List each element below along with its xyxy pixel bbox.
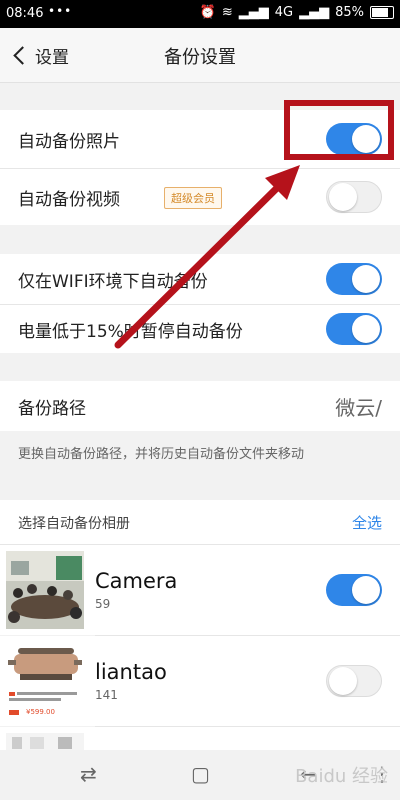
album-name: Camera <box>95 569 178 593</box>
signal-icon: ▂▄▆ <box>238 5 269 20</box>
album-name: liantao <box>95 660 167 684</box>
auto-photo-toggle[interactable] <box>326 123 382 155</box>
backup-path-hint: 更换自动备份路径，并将历史自动备份文件夹移动 <box>18 447 305 462</box>
nav-bar: 设置 备份设置 <box>0 28 400 83</box>
setting-row-auto-photo: 自动备份照片 <box>0 110 400 168</box>
watermark: Baidu 经验 <box>295 766 388 787</box>
album-section-header: 选择自动备份相册 全选 <box>0 500 400 545</box>
setting-label: 电量低于15%时暂停自动备份 <box>18 322 243 342</box>
toggle-knob <box>352 576 380 604</box>
backup-path-label: 备份路径 <box>18 399 86 419</box>
album-count: 141 <box>95 688 118 702</box>
thumb-price: ¥599.00 <box>26 708 55 716</box>
home-icon[interactable]: ▢ <box>191 762 210 786</box>
notification-dots: ••• <box>48 4 73 18</box>
backup-path-row[interactable]: 备份路径 微云/ <box>0 381 400 431</box>
album-row-liantao[interactable]: ¥599.00 liantao 141 <box>0 636 400 726</box>
low-battery-toggle[interactable] <box>326 313 382 345</box>
backup-path-value: 微云/ <box>335 396 382 420</box>
setting-row-auto-video: 自动备份视频 超级会员 <box>0 169 400 225</box>
status-bar: 08:46 ••• ⏰ ≋ ▂▄▆ 4G ▂▄▆ 85% <box>0 0 400 28</box>
status-time: 08:46 <box>6 6 44 21</box>
setting-row-wifi-only: 仅在WIFI环境下自动备份 <box>0 254 400 304</box>
album-thumbnail-camera <box>6 551 84 629</box>
setting-label: 仅在WIFI环境下自动备份 <box>18 272 208 292</box>
album-liantao-toggle[interactable] <box>326 665 382 697</box>
album-camera-toggle[interactable] <box>326 574 382 606</box>
toggle-knob <box>329 667 357 695</box>
toggle-knob <box>329 183 357 211</box>
battery-icon <box>370 6 394 19</box>
toggle-knob <box>352 315 380 343</box>
setting-label: 自动备份视频 <box>18 190 120 210</box>
toggle-knob <box>352 265 380 293</box>
switch-icon[interactable]: ⇄ <box>80 762 97 786</box>
alarm-icon: ⏰ <box>199 5 216 20</box>
album-row-partial[interactable] <box>0 727 400 750</box>
toggle-knob <box>352 125 380 153</box>
wifi-only-toggle[interactable] <box>326 263 382 295</box>
album-section-title: 选择自动备份相册 <box>18 516 130 532</box>
wifi-icon: ≋ <box>221 5 233 20</box>
super-member-badge[interactable]: 超级会员 <box>164 187 222 209</box>
album-count: 59 <box>95 597 111 611</box>
page-title: 备份设置 <box>164 47 236 68</box>
setting-row-low-battery: 电量低于15%时暂停自动备份 <box>0 305 400 353</box>
select-all-button[interactable]: 全选 <box>352 512 382 533</box>
battery-percent: 85% <box>335 5 364 20</box>
status-right: ⏰ ≋ ▂▄▆ 4G ▂▄▆ 85% <box>200 5 394 20</box>
album-thumbnail-partial <box>6 733 84 750</box>
album-thumbnail-liantao: ¥599.00 <box>6 642 84 720</box>
setting-label: 自动备份照片 <box>18 132 120 152</box>
signal-icon-2: ▂▄▆ <box>299 5 330 20</box>
auto-video-toggle[interactable] <box>326 181 382 213</box>
system-nav-bar: ⇄ ▢ ← ⋮ Baidu 经验 <box>0 750 400 800</box>
album-row-camera[interactable]: Camera 59 <box>0 545 400 635</box>
network-type: 4G <box>274 5 294 20</box>
